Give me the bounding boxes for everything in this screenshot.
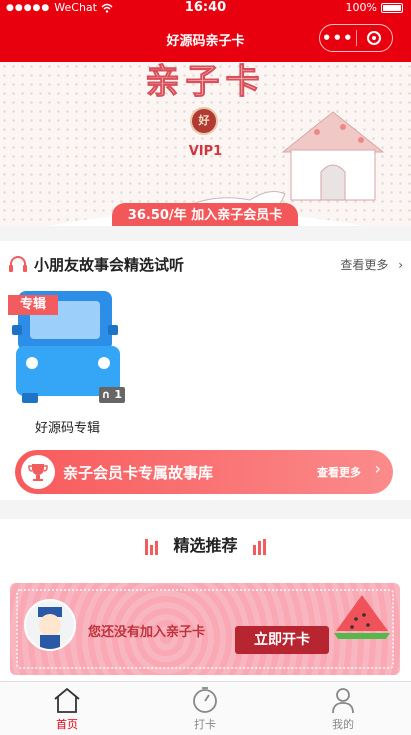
status-bar: ●●●●● WeChat 16:40 100% <box>0 0 411 18</box>
section-header: 小朋友故事会精选试听 查看更多 › <box>8 253 403 275</box>
album-tag: 专辑 <box>8 295 58 315</box>
battery-icon <box>381 2 403 13</box>
more-dots-icon[interactable]: ••• <box>320 29 356 47</box>
view-more-link[interactable]: 查看更多 › <box>340 256 403 273</box>
watermelon-icon <box>334 595 390 639</box>
section-title: 小朋友故事会精选试听 <box>34 255 185 274</box>
vip-level: VIP1 <box>188 144 223 159</box>
close-button[interactable] <box>356 31 392 45</box>
chevron-right-icon: › <box>374 459 381 478</box>
headphones-icon: ∩ <box>101 388 111 401</box>
join-membership-button[interactable]: 36.50/年 加入亲子会员卡 <box>112 203 298 226</box>
home-icon <box>54 687 80 713</box>
top-bar: ●●●●● WeChat 16:40 100% 好源码亲子卡 ••• <box>0 0 411 62</box>
tab-home[interactable]: 首页 <box>27 686 107 732</box>
library-title: 亲子会员卡专属故事库 <box>63 464 214 482</box>
brand-seal: 好 <box>190 107 218 135</box>
user-icon <box>332 688 354 714</box>
membership-prompt-card: 您还没有加入亲子卡 立即开卡 <box>10 583 400 675</box>
track-count-badge: ∩ 1 <box>98 387 125 403</box>
library-more-link[interactable]: 查看更多 <box>317 464 361 480</box>
sound-bars-icon <box>253 538 267 555</box>
tab-bar: 首页 打卡 我的 <box>0 681 411 735</box>
album-name: 好源码专辑 <box>35 421 101 436</box>
member-banner: 亲子卡 好 VIP1 36.50/年 加入亲子会员卡 <box>0 62 411 226</box>
sound-bars-icon <box>144 538 158 555</box>
mini-program-capsule: ••• <box>319 24 393 52</box>
open-card-button[interactable]: 立即开卡 <box>235 626 329 654</box>
not-member-text: 您还没有加入亲子卡 <box>88 625 206 640</box>
chevron-right-icon: › <box>398 257 403 272</box>
album-card[interactable]: 专辑 ∩ 1 <box>8 291 128 406</box>
headphones-icon <box>9 256 27 272</box>
section-title: 精选推荐 <box>173 536 238 555</box>
recommend-section: 精选推荐 您还没有加入亲子卡 立即开卡 <box>0 519 411 681</box>
story-section: 小朋友故事会精选试听 查看更多 › 专辑 ∩ 1 好源码专辑 亲子会员卡专属故事… <box>0 241 411 500</box>
clock-icon <box>193 687 217 713</box>
exclusive-library-banner[interactable]: 亲子会员卡专属故事库 查看更多 › <box>15 450 393 494</box>
trophy-icon <box>21 455 55 489</box>
target-icon <box>367 31 382 45</box>
tab-checkin[interactable]: 打卡 <box>165 686 245 732</box>
tab-mine[interactable]: 我的 <box>303 686 383 732</box>
avatar <box>24 599 76 651</box>
battery-percent: 100% <box>345 1 377 14</box>
